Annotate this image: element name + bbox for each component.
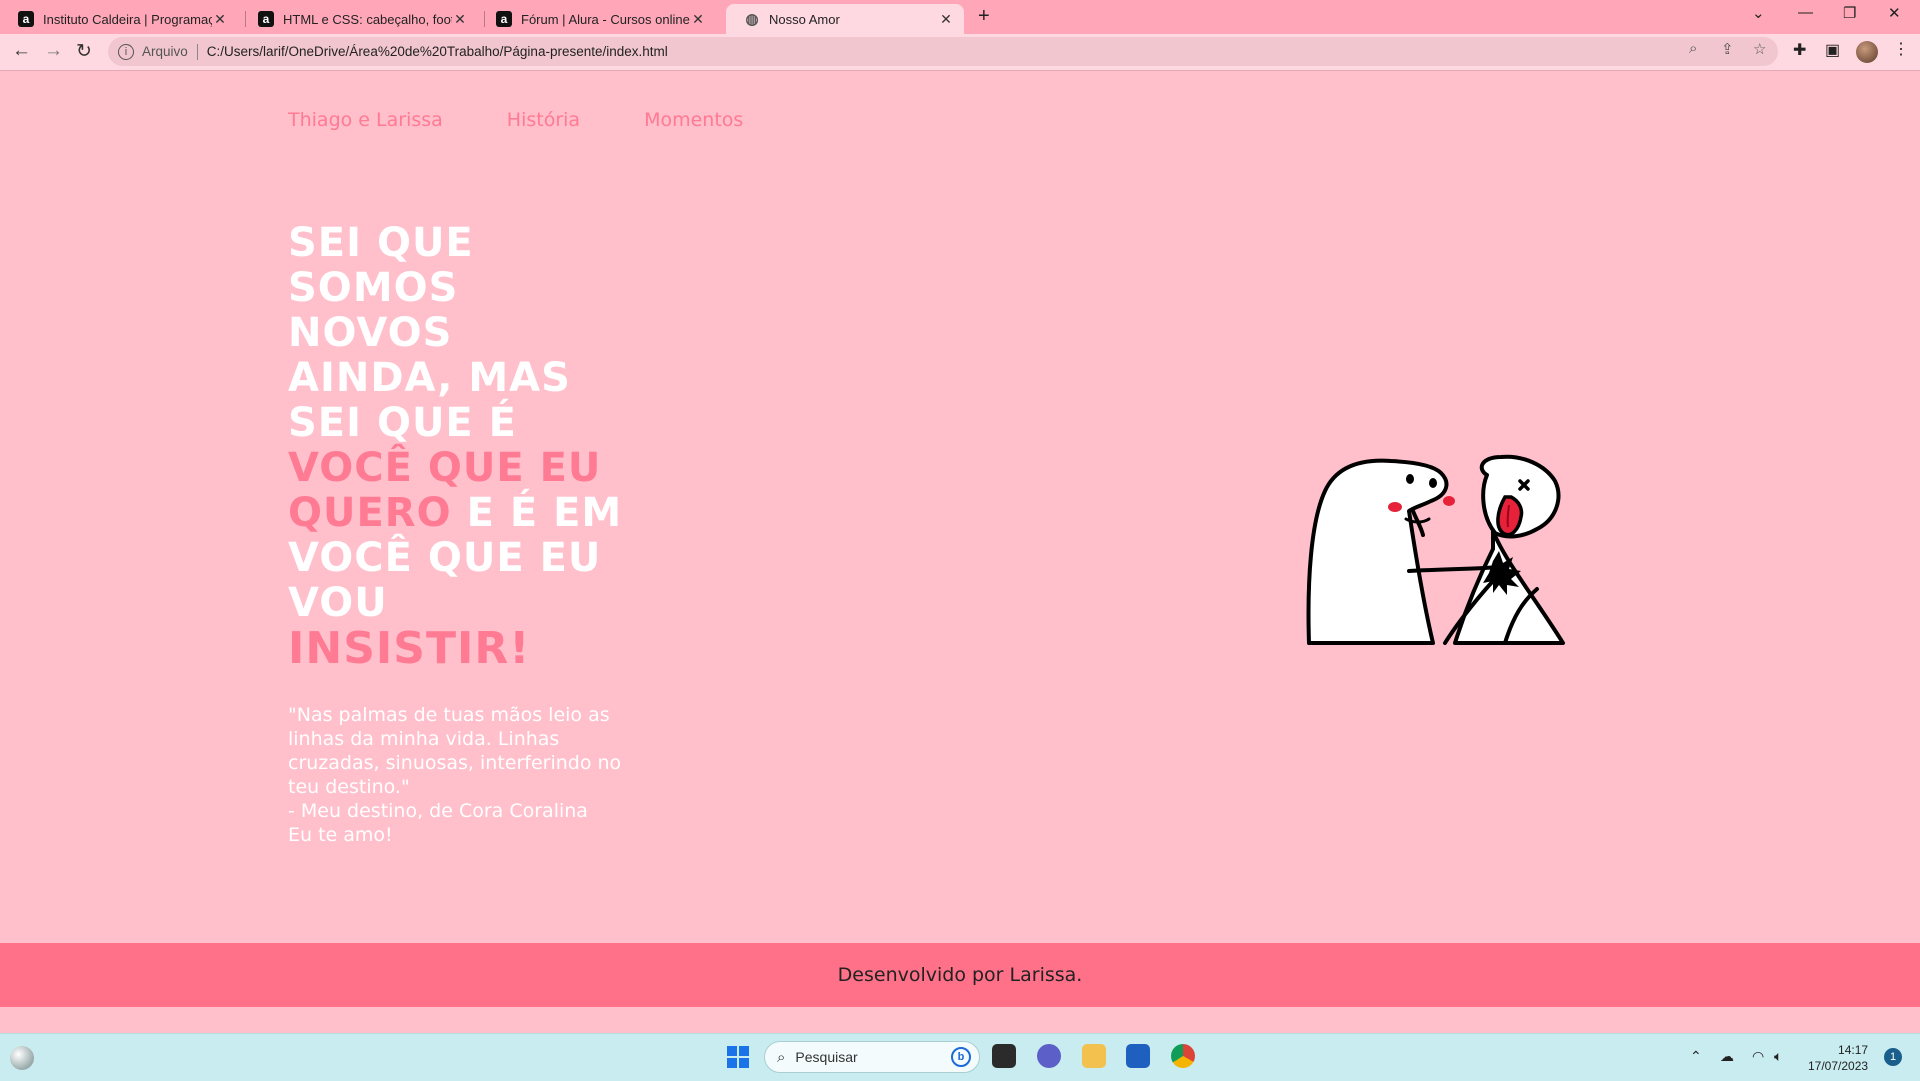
- tab-search-chevron-icon[interactable]: ⌄: [1752, 4, 1765, 22]
- browser-tab[interactable]: a HTML e CSS: cabeçalho, footer e ✕: [240, 4, 478, 34]
- tab-close-icon[interactable]: ✕: [690, 11, 706, 28]
- quote-text: "Nas palmas de tuas mãos leio as linhas …: [288, 704, 622, 798]
- nav-link-momentos[interactable]: Momentos: [644, 109, 743, 131]
- search-icon: ⌕: [777, 1048, 786, 1066]
- chrome-icon[interactable]: [1171, 1044, 1195, 1068]
- headline-pink-emphasis: insistir!: [288, 623, 531, 674]
- hero-headline: Sei que somos novos ainda, mas sei que é…: [288, 221, 628, 673]
- love-message: Eu te amo!: [288, 824, 393, 846]
- system-clock[interactable]: 14:17 17/07/2023: [1808, 1042, 1868, 1074]
- globe-icon: ◍: [745, 11, 759, 28]
- teams-chat-icon[interactable]: [1037, 1044, 1061, 1068]
- tab-title: HTML e CSS: cabeçalho, footer e: [283, 11, 452, 27]
- tab-title: Instituto Caldeira | Programação: [43, 11, 212, 27]
- menu-kebab-icon[interactable]: ⋮: [1893, 39, 1909, 59]
- taskbar-search-input[interactable]: ⌕ Pesquisar b: [764, 1041, 980, 1073]
- site-nav: Thiago e Larissa História Momentos: [288, 109, 743, 131]
- url-text[interactable]: C:/Users/larif/OneDrive/Área%20de%20Trab…: [207, 44, 668, 59]
- quote-block: "Nas palmas de tuas mãos leio as linhas …: [288, 703, 628, 847]
- browser-toolbar: ← → ↻ i Arquivo C:/Users/larif/OneDrive/…: [0, 34, 1920, 71]
- tray-overflow-chevron-icon[interactable]: ⌃: [1690, 1048, 1702, 1065]
- address-divider: [196, 43, 198, 60]
- page-footer: Desenvolvido por Larissa.: [0, 943, 1920, 1007]
- tab-close-icon[interactable]: ✕: [212, 11, 228, 28]
- file-explorer-icon[interactable]: [1082, 1044, 1106, 1068]
- microsoft-store-icon[interactable]: [1126, 1044, 1150, 1068]
- close-window-icon[interactable]: ✕: [1888, 4, 1901, 22]
- site-info-icon[interactable]: i: [118, 43, 134, 60]
- taskbar: ⌕ Pesquisar b ⌃ ☁ ◠ 🔈︎ 14:17 17/07/2023 …: [0, 1033, 1920, 1081]
- onedrive-cloud-icon[interactable]: ☁: [1720, 1048, 1734, 1065]
- protocol-label: Arquivo: [142, 44, 188, 59]
- clock-time: 14:17: [1838, 1043, 1869, 1057]
- browser-tab-strip: a Instituto Caldeira | Programação ✕ a H…: [0, 0, 1920, 34]
- browser-tab[interactable]: a Fórum | Alura - Cursos online de ✕: [478, 4, 716, 34]
- windows-start-icon[interactable]: [727, 1046, 749, 1068]
- tab-title: Nosso Amor: [769, 11, 840, 27]
- restore-icon[interactable]: ❐: [1843, 4, 1856, 22]
- widgets-icon[interactable]: [10, 1046, 34, 1070]
- alura-favicon-icon: a: [496, 11, 512, 27]
- headline-white-part: Sei que somos novos ainda, mas sei que é: [288, 220, 571, 446]
- profile-avatar[interactable]: [1856, 41, 1878, 63]
- minimize-icon[interactable]: —: [1798, 4, 1813, 21]
- clock-date: 17/07/2023: [1808, 1059, 1869, 1073]
- new-tab-icon[interactable]: +: [978, 5, 990, 28]
- address-bar[interactable]: i Arquivo C:/Users/larif/OneDrive/Área%2…: [108, 37, 1778, 66]
- wifi-icon[interactable]: ◠: [1752, 1048, 1764, 1065]
- tab-close-icon[interactable]: ✕: [938, 11, 954, 28]
- alura-favicon-icon: a: [258, 11, 274, 27]
- bing-icon[interactable]: b: [951, 1047, 971, 1067]
- volume-icon[interactable]: 🔈︎: [1774, 1048, 1782, 1065]
- browser-tab-active[interactable]: ◍ Nosso Amor ✕: [726, 4, 964, 34]
- zoom-icon[interactable]: ⌕: [1689, 40, 1697, 57]
- side-panel-icon[interactable]: ▣: [1825, 40, 1840, 60]
- flork-couple-illustration: [1306, 454, 1565, 645]
- search-placeholder: Pesquisar: [795, 1049, 858, 1065]
- reload-icon[interactable]: ↻: [76, 40, 92, 63]
- forward-icon[interactable]: →: [44, 40, 63, 62]
- bookmark-star-icon[interactable]: ☆: [1753, 40, 1766, 58]
- quote-author: - Meu destino, de Cora Coralina: [288, 800, 588, 822]
- browser-tab[interactable]: a Instituto Caldeira | Programação ✕: [0, 4, 238, 34]
- tab-close-icon[interactable]: ✕: [452, 11, 468, 28]
- task-view-icon[interactable]: [992, 1044, 1016, 1068]
- nav-link-home[interactable]: Thiago e Larissa: [288, 109, 443, 131]
- nav-link-historia[interactable]: História: [507, 109, 580, 131]
- footer-text: Desenvolvido por Larissa.: [837, 964, 1083, 986]
- tab-title: Fórum | Alura - Cursos online de: [521, 11, 690, 27]
- alura-favicon-icon: a: [18, 11, 34, 27]
- back-icon[interactable]: ←: [12, 40, 31, 62]
- notification-badge[interactable]: 1: [1884, 1048, 1902, 1066]
- web-page: Thiago e Larissa História Momentos Sei q…: [0, 71, 1920, 1033]
- share-icon[interactable]: ⇪: [1721, 40, 1734, 58]
- extensions-puzzle-icon[interactable]: ✚: [1793, 40, 1806, 60]
